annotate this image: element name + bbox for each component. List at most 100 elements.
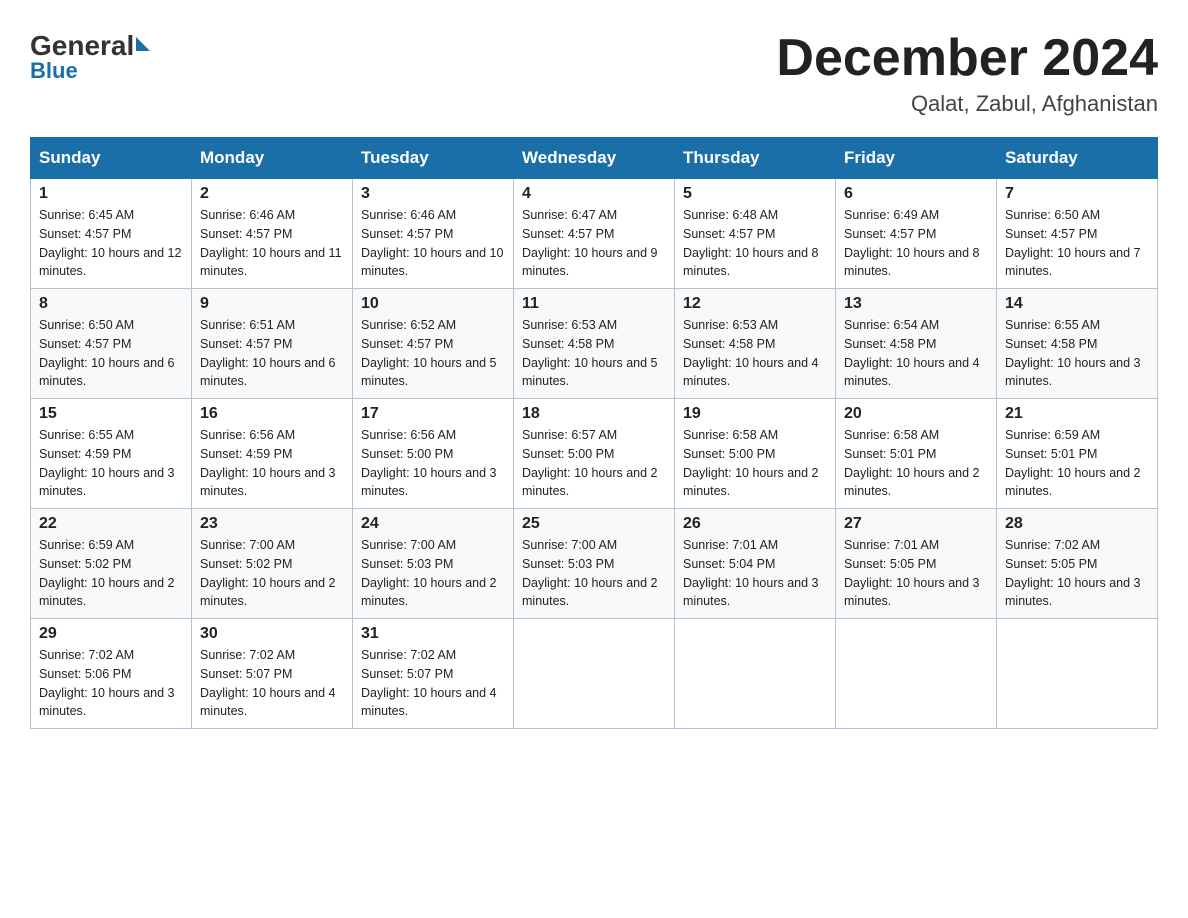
day-cell-21: 21 Sunrise: 6:59 AMSunset: 5:01 PMDayligh…	[997, 399, 1158, 509]
day-cell-5: 5Sunrise: 6:48 AMSunset: 4:57 PMDaylight…	[675, 179, 836, 289]
day-info: Sunrise: 6:53 AMSunset: 4:58 PMDaylight:…	[522, 316, 666, 391]
weekday-header-tuesday: Tuesday	[353, 138, 514, 179]
day-cell-12: 12Sunrise: 6:53 AMSunset: 4:58 PMDayligh…	[675, 289, 836, 399]
day-number: 28	[1005, 515, 1149, 533]
day-info: Sunrise: 6:45 AMSunset: 4:57 PMDaylight:…	[39, 206, 183, 281]
day-cell-23: 23 Sunrise: 7:00 AMSunset: 5:02 PMDayligh…	[192, 509, 353, 619]
weekday-header-monday: Monday	[192, 138, 353, 179]
day-number: 20	[844, 405, 988, 423]
day-cell-4: 4Sunrise: 6:47 AMSunset: 4:57 PMDaylight…	[514, 179, 675, 289]
day-number: 30	[200, 625, 344, 643]
day-cell-17: 17 Sunrise: 6:56 AMSunset: 5:00 PMDayligh…	[353, 399, 514, 509]
week-row-3: 15 Sunrise: 6:55 AMSunset: 4:59 PMDayligh…	[31, 399, 1158, 509]
day-cell-16: 16Sunrise: 6:56 AMSunset: 4:59 PMDayligh…	[192, 399, 353, 509]
weekday-header-thursday: Thursday	[675, 138, 836, 179]
day-number: 12	[683, 295, 827, 313]
week-row-4: 22Sunrise: 6:59 AMSunset: 5:02 PMDayligh…	[31, 509, 1158, 619]
day-info: Sunrise: 6:50 AMSunset: 4:57 PMDaylight:…	[1005, 206, 1149, 281]
day-cell-14: 14Sunrise: 6:55 AMSunset: 4:58 PMDayligh…	[997, 289, 1158, 399]
day-number: 18	[522, 405, 666, 423]
day-info: Sunrise: 7:02 AMSunset: 5:06 PMDaylight:…	[39, 646, 183, 721]
day-info: Sunrise: 7:00 AMSunset: 5:03 PMDaylight:…	[522, 536, 666, 611]
day-info: Sunrise: 6:49 AMSunset: 4:57 PMDaylight:…	[844, 206, 988, 281]
day-number: 2	[200, 185, 344, 203]
day-info: Sunrise: 6:46 AMSunset: 4:57 PMDaylight:…	[200, 206, 344, 281]
empty-cell	[675, 619, 836, 729]
weekday-header-saturday: Saturday	[997, 138, 1158, 179]
day-cell-20: 20 Sunrise: 6:58 AMSunset: 5:01 PMDayligh…	[836, 399, 997, 509]
day-number: 26	[683, 515, 827, 533]
day-cell-19: 19 Sunrise: 6:58 AMSunset: 5:00 PMDayligh…	[675, 399, 836, 509]
weekday-header-row: SundayMondayTuesdayWednesdayThursdayFrid…	[31, 138, 1158, 179]
day-number: 7	[1005, 185, 1149, 203]
logo: General Blue	[30, 30, 150, 84]
day-cell-25: 25 Sunrise: 7:00 AMSunset: 5:03 PMDayligh…	[514, 509, 675, 619]
day-cell-24: 24Sunrise: 7:00 AMSunset: 5:03 PMDayligh…	[353, 509, 514, 619]
day-number: 10	[361, 295, 505, 313]
empty-cell	[836, 619, 997, 729]
empty-cell	[997, 619, 1158, 729]
day-number: 25	[522, 515, 666, 533]
day-cell-8: 8Sunrise: 6:50 AMSunset: 4:57 PMDaylight…	[31, 289, 192, 399]
page-header: General Blue December 2024 Qalat, Zabul,…	[30, 30, 1158, 117]
day-cell-3: 3 Sunrise: 6:46 AMSunset: 4:57 PMDaylight…	[353, 179, 514, 289]
day-cell-11: 11 Sunrise: 6:53 AMSunset: 4:58 PMDayligh…	[514, 289, 675, 399]
day-number: 6	[844, 185, 988, 203]
day-info: Sunrise: 7:00 AMSunset: 5:02 PMDaylight:…	[200, 536, 344, 611]
day-number: 17	[361, 405, 505, 423]
day-number: 8	[39, 295, 183, 313]
week-row-1: 1Sunrise: 6:45 AMSunset: 4:57 PMDaylight…	[31, 179, 1158, 289]
day-cell-7: 7 Sunrise: 6:50 AMSunset: 4:57 PMDaylight…	[997, 179, 1158, 289]
day-number: 11	[522, 295, 666, 313]
month-title: December 2024	[776, 30, 1158, 87]
day-cell-13: 13 Sunrise: 6:54 AMSunset: 4:58 PMDayligh…	[836, 289, 997, 399]
day-cell-2: 2 Sunrise: 6:46 AMSunset: 4:57 PMDaylight…	[192, 179, 353, 289]
day-number: 9	[200, 295, 344, 313]
day-cell-15: 15 Sunrise: 6:55 AMSunset: 4:59 PMDayligh…	[31, 399, 192, 509]
day-info: Sunrise: 7:02 AMSunset: 5:07 PMDaylight:…	[361, 646, 505, 721]
day-info: Sunrise: 6:56 AMSunset: 5:00 PMDaylight:…	[361, 426, 505, 501]
weekday-header-wednesday: Wednesday	[514, 138, 675, 179]
day-info: Sunrise: 6:58 AMSunset: 5:01 PMDaylight:…	[844, 426, 988, 501]
day-info: Sunrise: 6:57 AMSunset: 5:00 PMDaylight:…	[522, 426, 666, 501]
title-block: December 2024 Qalat, Zabul, Afghanistan	[776, 30, 1158, 117]
empty-cell	[514, 619, 675, 729]
day-cell-29: 29 Sunrise: 7:02 AMSunset: 5:06 PMDayligh…	[31, 619, 192, 729]
day-cell-27: 27Sunrise: 7:01 AMSunset: 5:05 PMDayligh…	[836, 509, 997, 619]
day-number: 31	[361, 625, 505, 643]
day-info: Sunrise: 6:54 AMSunset: 4:58 PMDaylight:…	[844, 316, 988, 391]
day-number: 23	[200, 515, 344, 533]
day-cell-10: 10 Sunrise: 6:52 AMSunset: 4:57 PMDayligh…	[353, 289, 514, 399]
day-number: 27	[844, 515, 988, 533]
day-cell-30: 30 Sunrise: 7:02 AMSunset: 5:07 PMDayligh…	[192, 619, 353, 729]
day-cell-22: 22Sunrise: 6:59 AMSunset: 5:02 PMDayligh…	[31, 509, 192, 619]
day-cell-1: 1Sunrise: 6:45 AMSunset: 4:57 PMDaylight…	[31, 179, 192, 289]
day-number: 13	[844, 295, 988, 313]
day-info: Sunrise: 6:52 AMSunset: 4:57 PMDaylight:…	[361, 316, 505, 391]
day-info: Sunrise: 6:59 AMSunset: 5:02 PMDaylight:…	[39, 536, 183, 611]
week-row-2: 8Sunrise: 6:50 AMSunset: 4:57 PMDaylight…	[31, 289, 1158, 399]
day-info: Sunrise: 6:59 AMSunset: 5:01 PMDaylight:…	[1005, 426, 1149, 501]
logo-arrow-icon	[136, 37, 150, 51]
day-number: 15	[39, 405, 183, 423]
day-info: Sunrise: 7:02 AMSunset: 5:05 PMDaylight:…	[1005, 536, 1149, 611]
day-info: Sunrise: 7:02 AMSunset: 5:07 PMDaylight:…	[200, 646, 344, 721]
day-number: 16	[200, 405, 344, 423]
day-info: Sunrise: 6:51 AMSunset: 4:57 PMDaylight:…	[200, 316, 344, 391]
day-info: Sunrise: 6:48 AMSunset: 4:57 PMDaylight:…	[683, 206, 827, 281]
day-cell-9: 9 Sunrise: 6:51 AMSunset: 4:57 PMDaylight…	[192, 289, 353, 399]
day-number: 21	[1005, 405, 1149, 423]
day-cell-18: 18 Sunrise: 6:57 AMSunset: 5:00 PMDayligh…	[514, 399, 675, 509]
day-info: Sunrise: 6:58 AMSunset: 5:00 PMDaylight:…	[683, 426, 827, 501]
day-info: Sunrise: 7:01 AMSunset: 5:04 PMDaylight:…	[683, 536, 827, 611]
day-number: 3	[361, 185, 505, 203]
day-number: 29	[39, 625, 183, 643]
day-info: Sunrise: 6:46 AMSunset: 4:57 PMDaylight:…	[361, 206, 505, 281]
weekday-header-sunday: Sunday	[31, 138, 192, 179]
day-number: 4	[522, 185, 666, 203]
day-info: Sunrise: 6:55 AMSunset: 4:59 PMDaylight:…	[39, 426, 183, 501]
day-info: Sunrise: 7:00 AMSunset: 5:03 PMDaylight:…	[361, 536, 505, 611]
day-cell-6: 6 Sunrise: 6:49 AMSunset: 4:57 PMDaylight…	[836, 179, 997, 289]
day-number: 19	[683, 405, 827, 423]
weekday-header-friday: Friday	[836, 138, 997, 179]
